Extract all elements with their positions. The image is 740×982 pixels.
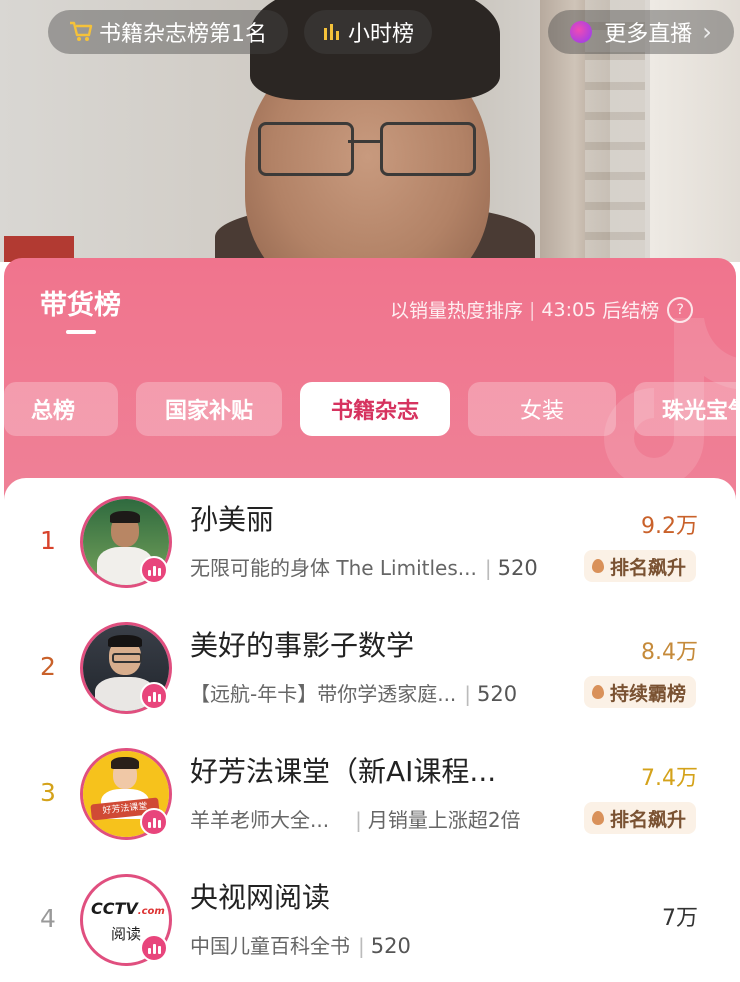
cctv-com-text: .com	[137, 906, 165, 917]
list-item[interactable]: 4 CCTV.com 阅读 央视网阅读 中国儿童百科全书 | 520 7万	[4, 856, 736, 982]
tab-jewelry[interactable]: 珠光宝气	[634, 382, 740, 436]
title-underline	[66, 330, 96, 334]
product-note: 月销量上涨超2倍	[367, 808, 521, 832]
help-icon[interactable]: ?	[667, 296, 694, 323]
hourly-rank-pill[interactable]: 小时榜	[304, 10, 432, 54]
product-note: 520	[497, 556, 538, 580]
separator: |	[484, 556, 492, 580]
flame-icon	[591, 811, 604, 825]
cctv-logo-text: CCTV	[91, 899, 138, 918]
glasses-left	[258, 122, 354, 176]
sort-info-label: 以销量热度排序	[390, 300, 524, 322]
product-note: 520	[370, 934, 411, 958]
avatar-glasses	[112, 653, 142, 663]
flame-icon	[591, 685, 604, 699]
rank-number: 3	[40, 778, 56, 807]
ranking-list: 1 孙美丽 无限可能的身体 The Limitles... | 520 9.2万 排…	[4, 478, 736, 966]
sort-info: 以销量热度排序 | 43:05 后结榜 ?	[390, 296, 694, 323]
product-info: 【远航-年卡】带你学透家庭... | 520	[190, 678, 517, 707]
trend-badge-label: 持续霸榜	[609, 682, 686, 705]
sort-separator: |	[529, 298, 536, 321]
rank-pill-label: 书籍杂志榜第1名	[99, 22, 267, 47]
streamer-name: 孙美丽	[190, 503, 275, 536]
flame-icon	[591, 559, 604, 573]
avatar-hair	[110, 511, 140, 523]
sales-amount: 9.2万	[641, 514, 698, 539]
product-title: 羊羊老师大全...	[190, 808, 330, 832]
trend-badge: 排名飙升	[583, 550, 696, 582]
glasses-right	[380, 122, 476, 176]
glasses-bridge	[348, 140, 380, 143]
separator: |	[464, 682, 472, 706]
tab-womens-clothing[interactable]: 女装	[468, 382, 616, 436]
cart-icon	[70, 21, 93, 41]
hourly-pill-label: 小时榜	[347, 22, 414, 47]
tab-overall-label: 总榜	[30, 399, 75, 424]
streamer-name: 美好的事影子数学	[190, 629, 415, 662]
sales-amount: 8.4万	[641, 640, 698, 665]
list-item[interactable]: 3 好芳法课堂 好芳法课堂（新AI课程... 羊羊老师大全... | 月销量上涨超2…	[4, 730, 736, 856]
tab-books-label: 书籍杂志	[330, 399, 419, 424]
product-note: 520	[477, 682, 518, 706]
countdown-suffix: 后结榜	[602, 300, 660, 322]
more-live-button[interactable]: 更多直播 ›	[548, 10, 734, 54]
live-indicator-icon	[140, 682, 168, 710]
live-planet-icon	[570, 21, 593, 43]
product-title: 【远航-年卡】带你学透家庭...	[190, 682, 457, 706]
trend-badge: 排名飙升	[583, 802, 696, 834]
separator: |	[358, 934, 365, 958]
tab-national-subsidy-label: 国家补贴	[164, 399, 253, 424]
separator: |	[355, 808, 362, 832]
product-title: 中国儿童百科全书	[190, 934, 350, 958]
rank-number: 2	[40, 652, 56, 681]
product-info: 羊羊老师大全... | 月销量上涨超2倍	[190, 804, 521, 833]
tab-jewelry-label: 珠光宝气	[662, 399, 740, 424]
tab-overall[interactable]: 总榜	[4, 382, 118, 436]
product-title: 无限可能的身体 The Limitles...	[190, 556, 477, 580]
rank-pill[interactable]: 书籍杂志榜第1名	[48, 10, 288, 54]
product-info: 无限可能的身体 The Limitles... | 520	[190, 552, 538, 581]
trend-badge-label: 排名飙升	[609, 808, 686, 831]
streamer-name: 好芳法课堂（新AI课程...	[190, 755, 497, 788]
trend-badge-label: 排名飙升	[609, 556, 686, 579]
countdown-time: 43:05	[541, 298, 597, 321]
list-item[interactable]: 2 美好的事影子数学 【远航-年卡】带你学透家庭... | 520 8.4万 持续霸…	[4, 604, 736, 730]
panel-title: 带货榜	[40, 290, 121, 321]
streamer-name: 央视网阅读	[190, 881, 331, 914]
avatar-hair	[111, 757, 139, 769]
live-indicator-icon	[140, 808, 168, 836]
more-live-label: 更多直播	[604, 22, 693, 47]
sales-amount: 7万	[662, 906, 698, 931]
rank-number: 1	[40, 526, 56, 555]
tab-national-subsidy[interactable]: 国家补贴	[136, 382, 282, 436]
list-item[interactable]: 1 孙美丽 无限可能的身体 The Limitles... | 520 9.2万 排…	[4, 478, 736, 604]
tab-books-magazines[interactable]: 书籍杂志	[300, 382, 450, 436]
chevron-right-icon: ›	[702, 18, 712, 46]
sales-amount: 7.4万	[641, 766, 698, 791]
live-indicator-icon	[140, 934, 168, 962]
live-indicator-icon	[140, 556, 168, 584]
cctv-logo: CCTV.com	[91, 899, 165, 918]
avatar-hair	[108, 635, 142, 647]
tab-womens-label: 女装	[519, 399, 564, 424]
trend-badge: 持续霸榜	[583, 676, 696, 708]
rank-number: 4	[40, 904, 56, 933]
product-info: 中国儿童百科全书 | 520	[190, 930, 411, 959]
bar-chart-icon	[323, 24, 339, 40]
